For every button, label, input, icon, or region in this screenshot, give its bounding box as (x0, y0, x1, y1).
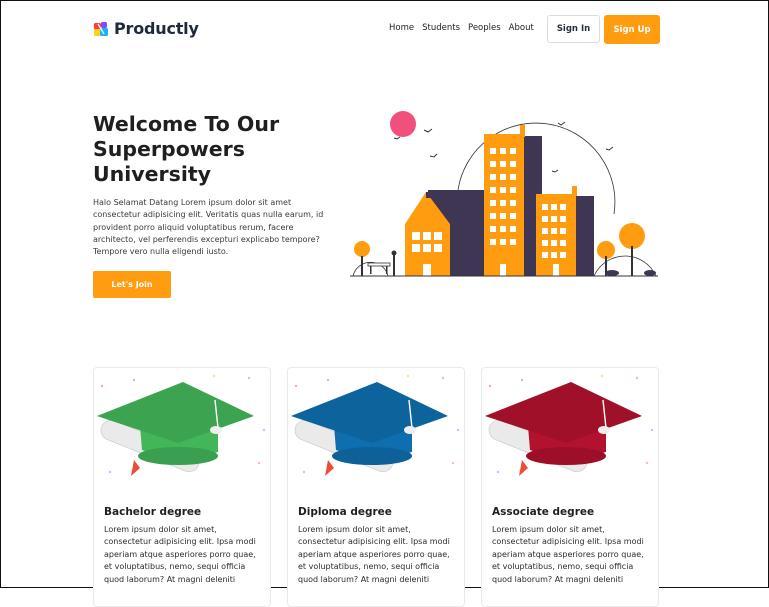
nav-home[interactable]: Home (389, 23, 414, 33)
brand-name: Productly (114, 19, 199, 38)
card-description: Lorem ipsum dolor sit amet, consectetur … (492, 525, 644, 584)
nav-students[interactable]: Students (422, 23, 460, 33)
card-description: Lorem ipsum dolor sit amet, consectetur … (104, 525, 256, 584)
card-description: Lorem ipsum dolor sit amet, consectetur … (298, 525, 450, 584)
sign-up-button[interactable]: Sign Up (604, 15, 660, 44)
graduation-cap-icon (291, 374, 460, 476)
productly-logo-icon (94, 21, 108, 36)
nav-peoples[interactable]: Peoples (468, 23, 501, 33)
card-associate[interactable]: Associate degree Lorem ipsum dolor sit a… (481, 367, 659, 607)
card-diploma[interactable]: Diploma degree Lorem ipsum dolor sit ame… (287, 367, 465, 607)
sign-in-button[interactable]: Sign In (547, 15, 600, 43)
city-illustration (350, 111, 658, 277)
card-title: Diploma degree (298, 506, 392, 518)
brand-logo[interactable]: Productly (93, 19, 199, 38)
card-title: Bachelor degree (104, 506, 202, 518)
hero-title: Welcome To Our Superpowers University (93, 112, 280, 186)
nav-about[interactable]: About (509, 23, 534, 33)
graduation-cap-icon (97, 374, 266, 476)
hero-description: Halo Selamat Datang Lorem ipsum dolor si… (93, 198, 324, 257)
card-bachelor[interactable]: Bachelor degree Lorem ipsum dolor sit am… (93, 367, 271, 607)
lets-join-button[interactable]: Let's Join (93, 271, 171, 298)
main-nav: Home Students Peoples About (389, 23, 534, 33)
graduation-cap-icon (485, 374, 654, 476)
card-title: Associate degree (492, 506, 595, 518)
